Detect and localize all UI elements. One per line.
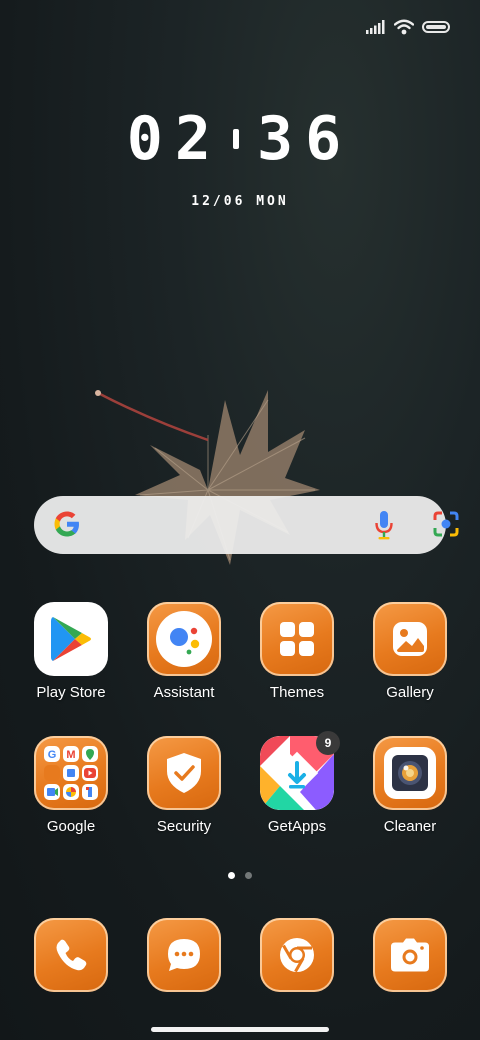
gesture-navigation-bar[interactable] — [151, 1027, 329, 1032]
battery-icon — [422, 21, 450, 33]
app-cleaner[interactable]: Cleaner — [360, 736, 460, 835]
mic-icon[interactable] — [374, 510, 394, 540]
app-themes[interactable]: Themes — [247, 602, 347, 701]
page-dot — [245, 872, 252, 879]
signal-icon — [366, 20, 385, 34]
clock-minutes: 36 — [257, 104, 354, 174]
wifi-icon — [394, 19, 414, 35]
app-label: Security — [156, 818, 212, 835]
app-label: Cleaner — [383, 818, 437, 835]
dock-messages[interactable] — [134, 918, 234, 992]
app-label: Assistant — [153, 684, 215, 701]
phone-icon[interactable] — [34, 918, 108, 992]
notification-badge: 9 — [316, 731, 340, 755]
svg-text:G: G — [48, 749, 57, 761]
messages-icon[interactable] — [147, 918, 221, 992]
gallery-icon[interactable] — [373, 602, 447, 676]
google-folder-icon[interactable]: G M — [34, 736, 108, 810]
app-label: Play Store — [36, 684, 106, 701]
app-label: Themes — [269, 684, 325, 701]
assistant-icon[interactable] — [147, 602, 221, 676]
getapps-icon[interactable]: 9 — [260, 731, 340, 810]
clock-widget[interactable]: 02 36 — [0, 104, 480, 174]
dock-phone[interactable] — [21, 918, 121, 992]
page-indicator[interactable] — [0, 872, 480, 879]
app-getapps[interactable]: 9 GetApps — [247, 731, 347, 835]
app-gallery[interactable]: Gallery — [360, 602, 460, 701]
app-label: GetApps — [267, 818, 327, 835]
clock-separator — [233, 129, 239, 149]
themes-icon[interactable] — [260, 602, 334, 676]
app-google-folder[interactable]: G M Google — [21, 736, 121, 835]
security-icon[interactable] — [147, 736, 221, 810]
camera-icon[interactable] — [373, 918, 447, 992]
app-security[interactable]: Security — [134, 736, 234, 835]
dock-chrome[interactable] — [247, 918, 347, 992]
chrome-icon[interactable] — [260, 918, 334, 992]
app-play-store[interactable]: Play Store — [21, 602, 121, 701]
play-store-icon[interactable] — [34, 602, 108, 676]
svg-text:M: M — [66, 749, 75, 761]
status-bar — [366, 14, 450, 40]
google-g-icon — [54, 511, 79, 537]
dock-camera[interactable] — [360, 918, 460, 992]
app-label: Gallery — [386, 684, 434, 701]
lens-icon[interactable] — [432, 510, 460, 538]
date-label[interactable]: 12/06 MON — [0, 194, 480, 209]
app-label: Google — [46, 818, 96, 835]
cleaner-icon[interactable] — [373, 736, 447, 810]
google-search-bar[interactable] — [34, 496, 459, 554]
app-assistant[interactable]: Assistant — [134, 602, 234, 701]
page-dot-active — [228, 872, 235, 879]
clock-hours: 02 — [126, 104, 223, 174]
